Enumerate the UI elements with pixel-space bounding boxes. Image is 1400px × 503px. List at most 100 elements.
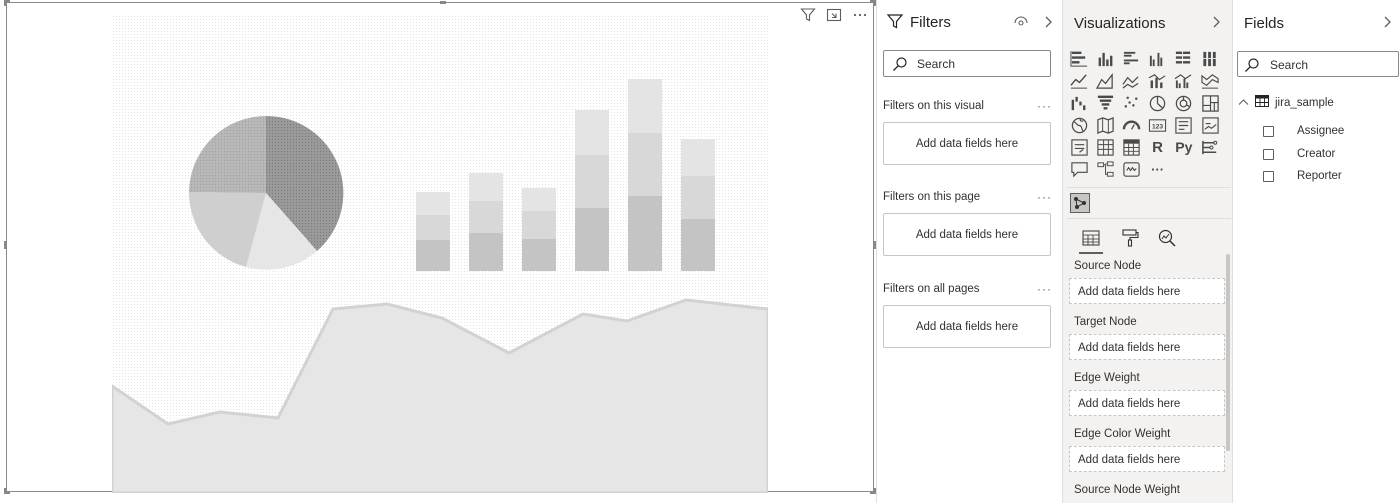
r-visual-icon[interactable]: R xyxy=(1148,137,1168,157)
eye-icon[interactable] xyxy=(1014,15,1028,34)
field-item-creator[interactable]: Creator xyxy=(1263,148,1335,160)
pane-title: Visualizations xyxy=(1074,15,1166,32)
source-node-weight-label: Source Node Weight xyxy=(1074,484,1180,496)
donut-chart-icon[interactable] xyxy=(1174,93,1194,113)
more-options-icon[interactable]: ··· xyxy=(1037,282,1052,296)
source-node-well[interactable]: Add data fields here xyxy=(1069,278,1225,304)
table-icon xyxy=(1255,95,1269,110)
search-icon xyxy=(892,56,908,77)
filters-on-visual-label: Filters on this visual xyxy=(883,100,984,112)
network-visual-icon[interactable] xyxy=(1070,193,1090,213)
matrix-icon[interactable] xyxy=(1121,137,1141,157)
collapse-pane-chevron-icon[interactable] xyxy=(1211,15,1221,34)
format-paint-roller-icon[interactable] xyxy=(1118,226,1142,250)
field-item-reporter[interactable]: Reporter xyxy=(1263,170,1342,182)
field-checkbox[interactable] xyxy=(1263,170,1274,182)
collapse-pane-chevron-icon[interactable] xyxy=(1382,15,1392,34)
placeholder-pie xyxy=(188,115,344,270)
resize-handle-left[interactable] xyxy=(4,241,7,249)
clustered-column-icon[interactable] xyxy=(1148,49,1168,69)
filters-pane: Filters Search Filters on this visual ··… xyxy=(876,0,1062,503)
visualizations-pane: Visualizations 123 R Py ··· Source Node Add… xyxy=(1062,0,1232,503)
more-options-icon[interactable]: ··· xyxy=(1037,190,1052,204)
target-node-label: Target Node xyxy=(1074,316,1137,328)
100-stacked-column-icon[interactable] xyxy=(1200,49,1220,69)
line-chart-icon[interactable] xyxy=(1069,71,1089,91)
python-visual-icon[interactable]: Py xyxy=(1174,137,1194,157)
resize-handle-top-left[interactable] xyxy=(4,0,10,6)
gauge-icon[interactable] xyxy=(1121,115,1141,135)
filter-icon[interactable] xyxy=(799,6,817,24)
stacked-column-icon[interactable] xyxy=(1095,49,1115,69)
visual-filters-well[interactable]: Add data fields here xyxy=(883,122,1051,165)
search-icon xyxy=(1244,57,1260,78)
fields-search-input[interactable]: Search xyxy=(1237,51,1399,77)
chevron-up-icon[interactable] xyxy=(1238,97,1249,109)
line-clustered-column-icon[interactable] xyxy=(1174,71,1194,91)
resize-handle-bottom-left[interactable] xyxy=(4,488,10,494)
active-tab-indicator xyxy=(1079,252,1103,254)
qa-icon[interactable] xyxy=(1069,159,1089,179)
decomposition-tree-icon[interactable] xyxy=(1095,159,1115,179)
map-icon[interactable] xyxy=(1069,115,1089,135)
smart-narrative-icon[interactable] xyxy=(1121,159,1141,179)
more-options-icon[interactable]: ··· xyxy=(1037,99,1052,113)
fields-tab-icon[interactable] xyxy=(1079,226,1103,250)
divider xyxy=(1067,187,1231,188)
pane-title: Filters xyxy=(910,14,951,31)
slicer-icon[interactable] xyxy=(1069,137,1089,157)
svg-text:123: 123 xyxy=(1152,123,1163,130)
edge-color-weight-label: Edge Color Weight xyxy=(1074,428,1171,440)
field-label: Reporter xyxy=(1297,170,1342,182)
edge-color-weight-well[interactable]: Add data fields here xyxy=(1069,446,1225,472)
filters-search-input[interactable]: Search xyxy=(883,50,1051,77)
divider xyxy=(1067,218,1231,219)
field-item-assignee[interactable]: Assignee xyxy=(1263,125,1344,137)
kpi-icon[interactable] xyxy=(1200,115,1220,135)
filled-map-icon[interactable] xyxy=(1095,115,1115,135)
search-placeholder: Search xyxy=(1270,58,1309,72)
fields-pane: Fields Search jira_sample Assignee Creat… xyxy=(1232,0,1400,503)
edge-weight-label: Edge Weight xyxy=(1074,372,1140,384)
focus-mode-icon[interactable] xyxy=(825,6,843,24)
target-node-well[interactable]: Add data fields here xyxy=(1069,334,1225,360)
collapse-pane-chevron-icon[interactable] xyxy=(1043,15,1053,34)
visual-header xyxy=(799,6,869,24)
wells-scrollbar[interactable] xyxy=(1226,254,1230,451)
edge-weight-well[interactable]: Add data fields here xyxy=(1069,390,1225,416)
waterfall-icon[interactable] xyxy=(1069,93,1089,113)
filter-icon xyxy=(886,13,904,35)
field-checkbox[interactable] xyxy=(1263,125,1274,137)
area-chart-icon[interactable] xyxy=(1095,71,1115,91)
stacked-bar-icon[interactable] xyxy=(1069,49,1089,69)
multi-row-card-icon[interactable] xyxy=(1174,115,1194,135)
pie-chart-icon[interactable] xyxy=(1148,93,1168,113)
visual-placeholder-graphic xyxy=(112,15,768,493)
funnel-icon[interactable] xyxy=(1095,93,1115,113)
page-filters-well[interactable]: Add data fields here xyxy=(883,213,1051,256)
more-options-icon[interactable] xyxy=(851,6,869,24)
card-icon[interactable]: 123 xyxy=(1148,115,1168,135)
search-placeholder: Search xyxy=(917,57,956,71)
table-node[interactable]: jira_sample xyxy=(1238,95,1334,110)
pane-title: Fields xyxy=(1244,15,1285,32)
100-stacked-bar-icon[interactable] xyxy=(1174,49,1194,69)
field-checkbox[interactable] xyxy=(1263,148,1274,160)
treemap-icon[interactable] xyxy=(1200,93,1220,113)
resize-handle-top[interactable] xyxy=(440,1,446,4)
filters-on-all-pages-label: Filters on all pages xyxy=(883,283,980,295)
clustered-bar-icon[interactable] xyxy=(1121,49,1141,69)
visual-container[interactable] xyxy=(4,0,876,494)
filters-on-page-label: Filters on this page xyxy=(883,191,981,203)
table-icon[interactable] xyxy=(1095,137,1115,157)
field-label: Assignee xyxy=(1297,125,1345,137)
stacked-area-icon[interactable] xyxy=(1121,71,1141,91)
report-canvas[interactable] xyxy=(0,0,876,503)
analytics-magnifier-icon[interactable] xyxy=(1155,226,1179,250)
ribbon-chart-icon[interactable] xyxy=(1200,71,1220,91)
more-visuals-icon[interactable]: ··· xyxy=(1148,159,1168,179)
all-pages-filters-well[interactable]: Add data fields here xyxy=(883,305,1051,348)
key-influencers-icon[interactable] xyxy=(1200,137,1220,157)
scatter-icon[interactable] xyxy=(1121,93,1141,113)
line-column-icon[interactable] xyxy=(1148,71,1168,91)
